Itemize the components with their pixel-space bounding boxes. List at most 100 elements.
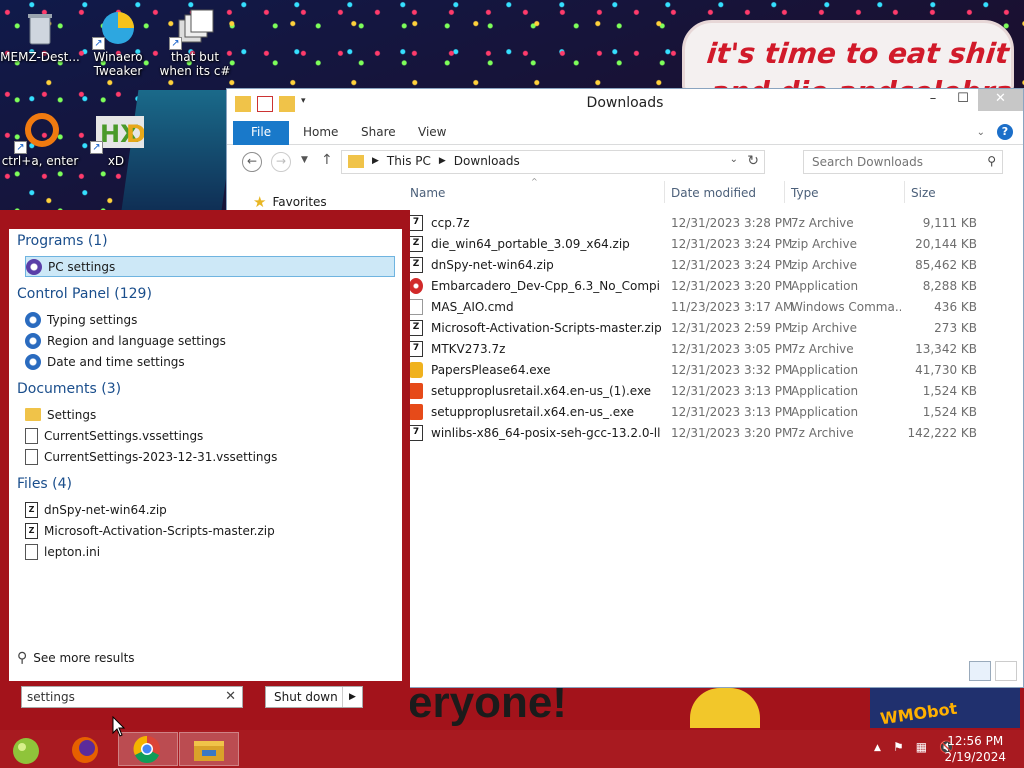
desktop-icon-memz[interactable]: MEMZ-Dest... <box>0 8 80 64</box>
file-date: 12/31/2023 3:24 PM <box>671 237 793 251</box>
maximize-button[interactable]: ☐ <box>948 89 978 111</box>
group-documents[interactable]: Documents (3) <box>17 381 121 397</box>
result-typing-settings[interactable]: Typing settings <box>25 309 137 330</box>
desktop-icon-ctrl-a[interactable]: ↗ ctrl+a, enter <box>0 112 80 168</box>
column-header-type[interactable]: Type <box>791 186 819 200</box>
devcpp-icon <box>409 278 423 294</box>
winaero-icon: ↗ <box>92 8 138 50</box>
start-search-input[interactable] <box>22 687 212 707</box>
refresh-icon[interactable]: ↻ <box>747 153 759 169</box>
forward-button[interactable]: → <box>271 152 291 172</box>
taskbar-firefox[interactable] <box>57 732 117 766</box>
file-date: 12/31/2023 3:28 PM <box>671 216 793 230</box>
file-row[interactable]: PapersPlease64.exe 12/31/2023 3:32 PM Appl… <box>409 360 999 381</box>
column-header-name[interactable]: Name <box>410 186 445 200</box>
column-divider[interactable] <box>784 181 785 203</box>
desktop-icon-csharp[interactable]: ↗ that but when its c# <box>155 8 235 78</box>
see-more-results[interactable]: ⚲ See more results <box>17 650 135 666</box>
column-divider[interactable] <box>904 181 905 203</box>
file-row[interactable]: ccp.7z 12/31/2023 3:28 PM7z Archive 9,111 … <box>409 213 999 234</box>
clear-search-icon[interactable]: ✕ <box>225 689 236 704</box>
address-dropdown-icon[interactable]: ⌄ <box>730 154 738 165</box>
file-row[interactable]: dnSpy-net-win64.zip 12/31/2023 3:24 PMzip… <box>409 255 999 276</box>
result-region-language-settings[interactable]: Region and language settings <box>25 330 226 351</box>
file-size: 8,288 KB <box>922 279 977 293</box>
group-control-panel[interactable]: Control Panel (129) <box>17 286 152 302</box>
taskbar-file-explorer[interactable] <box>179 732 239 766</box>
breadcrumb-separator-icon[interactable]: ▶ <box>372 156 379 166</box>
result-label: CurrentSettings-2023-12-31.vssettings <box>44 449 278 464</box>
file-row[interactable]: Embarcadero_Dev-Cpp_6.3_No_Compiler... 12… <box>409 276 999 297</box>
result-lepton-ini[interactable]: lepton.ini <box>25 541 100 562</box>
back-button[interactable]: ← <box>242 152 262 172</box>
file-name: MAS_AIO.cmd <box>431 300 514 314</box>
breadcrumb-this-pc[interactable]: This PC <box>387 154 431 168</box>
file-type: Application <box>791 405 859 419</box>
star-icon: ★ <box>253 193 267 211</box>
result-pc-settings[interactable]: PC settings <box>25 256 395 277</box>
up-button[interactable]: ↑ <box>321 152 333 168</box>
minimize-button[interactable]: – <box>918 89 948 111</box>
result-currentsettings-dated-vssettings[interactable]: CurrentSettings-2023-12-31.vssettings <box>25 446 277 467</box>
tab-home[interactable]: Home <box>289 121 352 145</box>
network-icon[interactable]: ▦ <box>916 740 927 754</box>
desktop-icon-xd[interactable]: HX D ↗ xD <box>76 112 156 168</box>
file-row[interactable]: setupproplusretail.x64.en-us_(1).exe 12/3… <box>409 381 999 402</box>
action-center-flag-icon[interactable]: ⚑ <box>893 740 904 754</box>
clock[interactable]: 12:56 PM 2/19/2024 <box>944 733 1006 765</box>
vssettings-file-icon <box>25 448 38 465</box>
file-size: 9,111 KB <box>922 216 977 230</box>
result-mas-zip[interactable]: Z Microsoft-Activation-Scripts-master.zi… <box>25 520 275 541</box>
file-row[interactable]: winlibs-x86_64-posix-seh-gcc-13.2.0-llv.… <box>409 423 999 444</box>
address-bar[interactable]: ▶ This PC ▶ Downloads ⌄ ↻ <box>341 150 765 174</box>
shut-down-options-icon[interactable]: ▶ <box>342 687 362 707</box>
result-settings-folder[interactable]: Settings <box>25 404 96 425</box>
details-view-icon[interactable] <box>969 661 991 681</box>
file-date: 12/31/2023 3:05 PM <box>671 342 793 356</box>
result-date-time-settings[interactable]: Date and time settings <box>25 351 185 372</box>
file-row[interactable]: MAS_AIO.cmd 11/23/2023 3:17 AM Windows Com… <box>409 297 999 318</box>
cmd-icon <box>409 299 423 315</box>
desktop-icon-label: MEMZ-Dest... <box>0 50 80 64</box>
breadcrumb-downloads[interactable]: Downloads <box>454 154 520 168</box>
breadcrumb-separator-icon[interactable]: ▶ <box>439 156 446 166</box>
gear-icon <box>25 332 41 349</box>
column-header-size[interactable]: Size <box>911 186 936 200</box>
file-date: 11/23/2023 3:17 AM <box>671 300 794 314</box>
file-size: 13,342 KB <box>915 342 977 356</box>
mouse-cursor-icon <box>112 715 126 741</box>
tab-view[interactable]: View <box>404 121 460 145</box>
result-currentsettings-vssettings[interactable]: CurrentSettings.vssettings <box>25 425 203 446</box>
result-dnspy-zip[interactable]: Z dnSpy-net-win64.zip <box>25 499 167 520</box>
tab-share[interactable]: Share <box>347 121 410 145</box>
large-icons-view-icon[interactable] <box>995 661 1017 681</box>
firefox-icon <box>72 737 98 763</box>
group-programs[interactable]: Programs (1) <box>17 233 108 249</box>
expand-ribbon-icon[interactable]: ⌄ <box>977 127 985 138</box>
search-icon: ⚲ <box>17 650 28 666</box>
start-button[interactable] <box>0 732 60 766</box>
taskbar-chrome[interactable] <box>118 732 178 766</box>
search-input[interactable] <box>804 151 974 173</box>
recent-locations-icon[interactable]: ▼ <box>301 155 308 165</box>
desktop-icon-winaero[interactable]: ↗ Winaero Tweaker <box>78 8 158 78</box>
show-hidden-icons-icon[interactable]: ▲ <box>874 740 881 754</box>
tab-file[interactable]: File <box>233 121 290 145</box>
column-header-date[interactable]: Date modified <box>671 186 756 200</box>
hxd-icon: HX D ↗ <box>90 112 146 154</box>
start-search-box[interactable]: ✕ <box>21 686 243 708</box>
close-button[interactable]: ✕ <box>978 89 1023 111</box>
7z-icon <box>409 215 423 231</box>
nav-item-favorites[interactable]: ★ Favorites <box>253 193 327 211</box>
help-icon[interactable]: ? <box>997 124 1013 140</box>
search-icon[interactable]: ⚲ <box>987 154 996 168</box>
search-box[interactable]: ⚲ <box>803 150 1003 174</box>
column-divider[interactable] <box>664 181 665 203</box>
shut-down-button[interactable]: Shut down ▶ <box>265 686 363 708</box>
group-files[interactable]: Files (4) <box>17 476 72 492</box>
file-row[interactable]: die_win64_portable_3.09_x64.zip 12/31/202… <box>409 234 999 255</box>
file-row[interactable]: Microsoft-Activation-Scripts-master.zip 1… <box>409 318 999 339</box>
title-bar[interactable]: ▾ Downloads – ☐ ✕ <box>227 89 1023 119</box>
file-row[interactable]: setupproplusretail.x64.en-us_.exe 12/31/2… <box>409 402 999 423</box>
file-row[interactable]: MTKV273.7z 12/31/2023 3:05 PM7z Archive 13… <box>409 339 999 360</box>
